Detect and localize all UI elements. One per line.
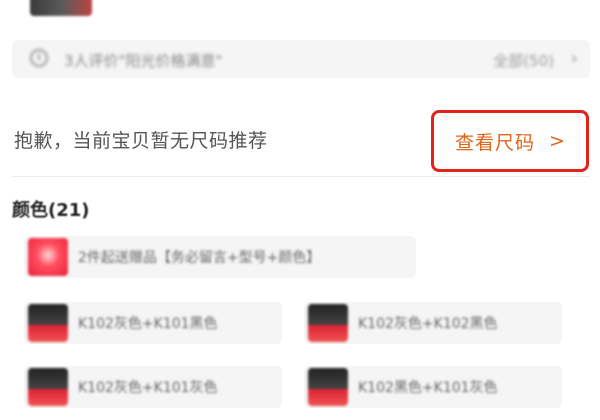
color-option-thumbnail <box>28 304 68 342</box>
color-option-thumbnail <box>308 304 348 342</box>
chevron-right-icon: > <box>549 130 565 152</box>
color-option-label: K102灰色+K101黑色 <box>78 316 218 332</box>
view-size-chart-button[interactable]: 查看尺码 > <box>431 110 589 172</box>
color-option[interactable]: K102灰色+K101灰色 <box>24 366 282 408</box>
section-divider <box>12 176 590 177</box>
color-option[interactable]: K102黑色+K101灰色 <box>304 366 562 408</box>
color-option[interactable]: K102灰色+K101黑色 <box>24 302 282 344</box>
size-recommendation-message: 抱歉，当前宝贝暂无尺码推荐 <box>14 130 268 152</box>
review-count: 全部(50) <box>493 52 554 70</box>
chevron-right-icon: › <box>570 48 578 69</box>
color-section-heading: 颜色(21) <box>12 200 90 221</box>
color-option[interactable]: 2件起送赠品【务必留言+型号+颜色】 <box>24 236 416 278</box>
review-summary-text: 3人评价"阳光价格满意" <box>64 52 223 70</box>
color-option-label: 2件起送赠品【务必留言+型号+颜色】 <box>78 250 321 266</box>
color-option-label: K102灰色+K102黑色 <box>358 316 498 332</box>
color-option-thumbnail <box>28 368 68 406</box>
color-option-thumbnail <box>28 238 68 276</box>
view-size-chart-label: 查看尺码 <box>455 131 536 154</box>
product-thumbnail <box>30 0 92 16</box>
info-icon <box>30 49 48 67</box>
color-option-thumbnail <box>308 368 348 406</box>
review-summary-bar[interactable]: 3人评价"阳光价格满意" 全部(50) › <box>12 40 590 78</box>
color-option-label: K102灰色+K101灰色 <box>78 380 218 396</box>
color-option[interactable]: K102灰色+K102黑色 <box>304 302 562 344</box>
color-option-label: K102黑色+K101灰色 <box>358 380 498 396</box>
